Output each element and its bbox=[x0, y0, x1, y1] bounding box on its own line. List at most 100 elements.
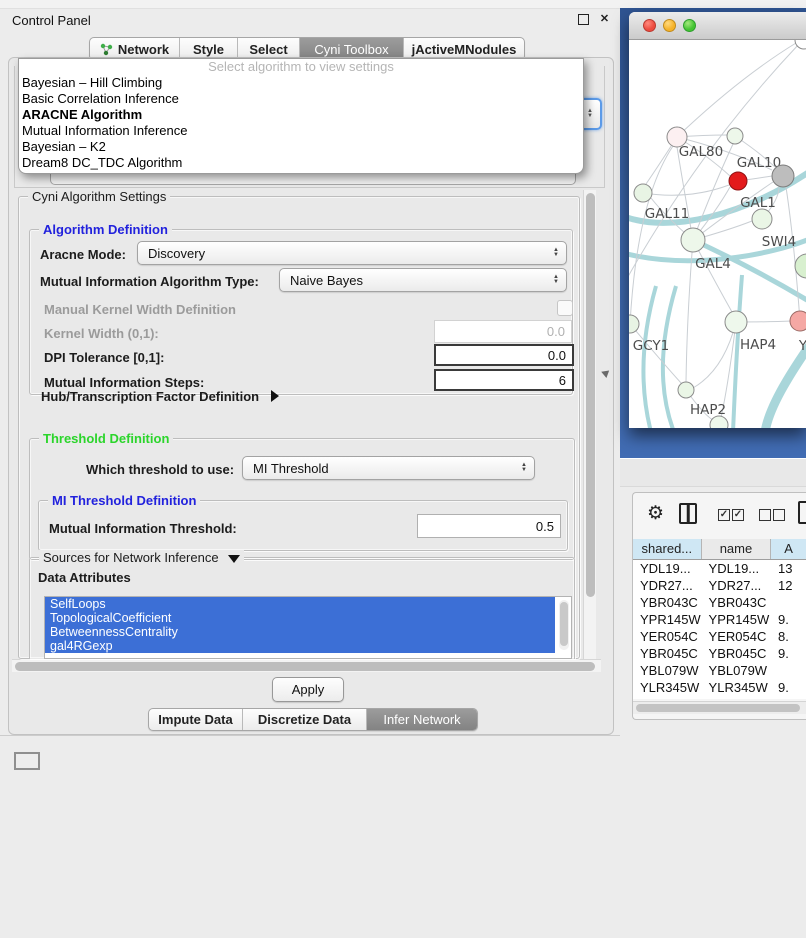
table-row[interactable]: YER054CYER054C8. bbox=[633, 628, 806, 645]
network-node-hap4[interactable] bbox=[725, 311, 747, 333]
network-edge[interactable] bbox=[630, 324, 682, 384]
table-row[interactable]: YBR045CYBR045C9. bbox=[633, 645, 806, 662]
network-node-gcy1[interactable] bbox=[629, 315, 639, 333]
settings-horizontal-scrollbar[interactable] bbox=[12, 659, 601, 672]
zoom-traffic-light-icon[interactable] bbox=[683, 19, 696, 32]
kernel-width-field[interactable]: 0.0 bbox=[434, 320, 572, 343]
hub-definition-toggle[interactable]: Hub/Transcription Factor Definition bbox=[41, 389, 279, 404]
table-cell: YDR27... bbox=[702, 577, 771, 594]
collapse-arrow-icon bbox=[228, 555, 240, 563]
algorithm-option[interactable]: Dream8 DC_TDC Algorithm bbox=[19, 155, 583, 171]
algorithm-option[interactable]: ARACNE Algorithm bbox=[19, 107, 583, 123]
attribute-list-scrollbar[interactable] bbox=[559, 600, 569, 650]
network-edge[interactable] bbox=[693, 322, 736, 388]
table-cell: YBL079W bbox=[633, 662, 702, 679]
network-node[interactable] bbox=[795, 40, 806, 49]
document-icon[interactable] bbox=[798, 501, 806, 524]
data-attributes-list[interactable]: SelfLoopsTopologicalCoefficientBetweenne… bbox=[44, 596, 572, 659]
table-cell: 9. bbox=[771, 645, 806, 662]
control-panel-title: Control Panel bbox=[12, 13, 91, 28]
algorithm-option[interactable]: Basic Correlation Inference bbox=[19, 91, 583, 107]
column-header-2[interactable]: name bbox=[702, 539, 772, 559]
aracne-mode-label: Aracne Mode: bbox=[40, 247, 126, 262]
tab-label: Style bbox=[193, 42, 224, 57]
table-row[interactable]: YBL079WYBL079W bbox=[633, 662, 806, 679]
close-traffic-light-icon[interactable] bbox=[643, 19, 656, 32]
algorithm-option[interactable]: Bayesian – K2 bbox=[19, 139, 583, 155]
network-edge[interactable] bbox=[643, 185, 729, 195]
minimize-traffic-light-icon[interactable] bbox=[663, 19, 676, 32]
node-label: HAP2 bbox=[690, 402, 726, 418]
network-edge[interactable] bbox=[786, 187, 800, 321]
mi-threshold-field[interactable]: 0.5 bbox=[417, 514, 561, 538]
network-window-titlebar[interactable] bbox=[629, 12, 806, 40]
network-node-gal11[interactable] bbox=[634, 184, 652, 202]
column-header-1[interactable]: shared... bbox=[633, 539, 702, 559]
network-node[interactable] bbox=[772, 165, 794, 187]
network-edge-thick[interactable] bbox=[663, 286, 676, 428]
network-node-gal1[interactable] bbox=[729, 172, 747, 190]
network-node-swi4[interactable] bbox=[752, 209, 772, 229]
aracne-mode-select[interactable]: Discovery ▲▼ bbox=[137, 241, 567, 265]
table-row[interactable]: YDR27...YDR27...12 bbox=[633, 577, 806, 594]
mi-type-select[interactable]: Naive Bayes ▲▼ bbox=[279, 268, 567, 292]
tab-infer-network[interactable]: Infer Network bbox=[367, 709, 477, 730]
threshold-definition-title: Threshold Definition bbox=[39, 431, 173, 446]
network-node-gal10[interactable] bbox=[727, 128, 743, 144]
apply-button[interactable]: Apply bbox=[272, 677, 344, 702]
which-threshold-label: Which threshold to use: bbox=[86, 462, 234, 477]
network-edge-thick[interactable] bbox=[644, 286, 656, 428]
column-header-3[interactable]: A bbox=[771, 539, 806, 559]
node-label: GAL11 bbox=[645, 206, 689, 222]
threshold-definition-group: Threshold Definition Which threshold to … bbox=[29, 438, 575, 560]
manual-kernel-label: Manual Kernel Width Definition bbox=[44, 302, 236, 317]
mi-steps-field[interactable]: 6 bbox=[434, 369, 574, 391]
data-attributes-label: Data Attributes bbox=[38, 570, 131, 585]
table-cell: YBR045C bbox=[633, 645, 702, 662]
table-row[interactable]: YBR043CYBR043C bbox=[633, 594, 806, 611]
node-label: GAL4 bbox=[695, 256, 731, 272]
minimized-panel-icon[interactable] bbox=[14, 752, 40, 770]
table-horizontal-scrollbar[interactable] bbox=[633, 701, 806, 714]
table-cell: YIL052C bbox=[702, 696, 771, 699]
table-row[interactable]: YIL052CYIL052C8. bbox=[633, 696, 806, 699]
checked-checkbox-icon[interactable]: ✓ bbox=[718, 509, 730, 521]
attribute-item-selected[interactable]: SelfLoops bbox=[45, 597, 555, 611]
attribute-item-selected[interactable]: TopologicalCoefficient bbox=[45, 611, 555, 625]
network-edge-thick[interactable] bbox=[765, 342, 806, 428]
network-node-y[interactable] bbox=[790, 311, 806, 331]
table-row[interactable]: YDL19...YDL19...13 bbox=[633, 560, 806, 577]
dpi-tolerance-field[interactable]: 0.0 bbox=[434, 344, 574, 366]
table-row[interactable]: YLR345WYLR345W9. bbox=[633, 679, 806, 696]
dpi-tolerance-label: DPI Tolerance [0,1]: bbox=[44, 350, 164, 365]
algorithm-option[interactable]: Mutual Information Inference bbox=[19, 123, 583, 139]
expand-arrow-icon bbox=[271, 390, 279, 402]
which-threshold-select[interactable]: MI Threshold ▲▼ bbox=[242, 456, 535, 480]
network-node-hap2[interactable] bbox=[678, 382, 694, 398]
attribute-item-selected[interactable]: gal4RGexp bbox=[45, 639, 555, 653]
tab-discretize-data[interactable]: Discretize Data bbox=[243, 709, 367, 730]
node-table[interactable]: shared...nameA YDL19...YDL19...13YDR27..… bbox=[633, 539, 806, 699]
unchecked-checkbox-icon[interactable] bbox=[773, 509, 785, 521]
network-edge[interactable] bbox=[677, 43, 796, 137]
manual-kernel-checkbox[interactable] bbox=[557, 300, 573, 316]
mi-threshold-group-title: MI Threshold Definition bbox=[48, 493, 200, 508]
table-header-row: shared...nameA bbox=[633, 539, 806, 560]
sources-group-title[interactable]: Sources for Network Inference bbox=[39, 550, 244, 565]
network-view-window[interactable]: GAL80GAL10GAL1SWI4GAL11GAL4GCY1HAP4YHAP2 bbox=[629, 12, 806, 428]
attribute-item-selected[interactable]: BetweennessCentrality bbox=[45, 625, 555, 639]
network-canvas[interactable]: GAL80GAL10GAL1SWI4GAL11GAL4GCY1HAP4YHAP2 bbox=[629, 40, 806, 428]
algorithm-option[interactable]: Bayesian – Hill Climbing bbox=[19, 75, 583, 91]
close-icon[interactable]: ✕ bbox=[599, 14, 610, 25]
tab-label: Cyni Toolbox bbox=[314, 42, 388, 57]
settings-vertical-scrollbar[interactable] bbox=[583, 190, 596, 659]
table-row[interactable]: YPR145WYPR145W9. bbox=[633, 611, 806, 628]
gear-icon[interactable]: ⚙ bbox=[647, 502, 664, 525]
tab-impute-data[interactable]: Impute Data bbox=[149, 709, 243, 730]
float-panel-icon[interactable] bbox=[578, 14, 589, 25]
network-node-gal4[interactable] bbox=[681, 228, 705, 252]
checked-checkbox-icon[interactable]: ✓ bbox=[732, 509, 744, 521]
mi-threshold-label: Mutual Information Threshold: bbox=[49, 521, 237, 536]
unchecked-checkbox-icon[interactable] bbox=[759, 509, 771, 521]
columns-icon[interactable] bbox=[679, 503, 697, 524]
